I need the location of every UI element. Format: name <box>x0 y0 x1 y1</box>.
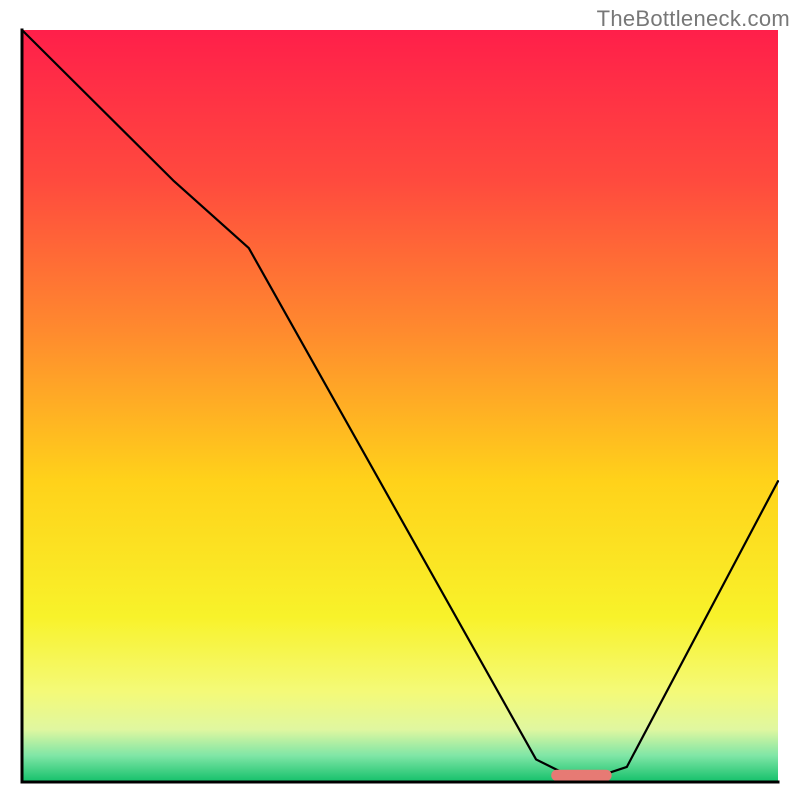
chart-svg <box>18 28 782 788</box>
chart-container: TheBottleneck.com <box>0 0 800 800</box>
plot-area <box>18 28 782 788</box>
